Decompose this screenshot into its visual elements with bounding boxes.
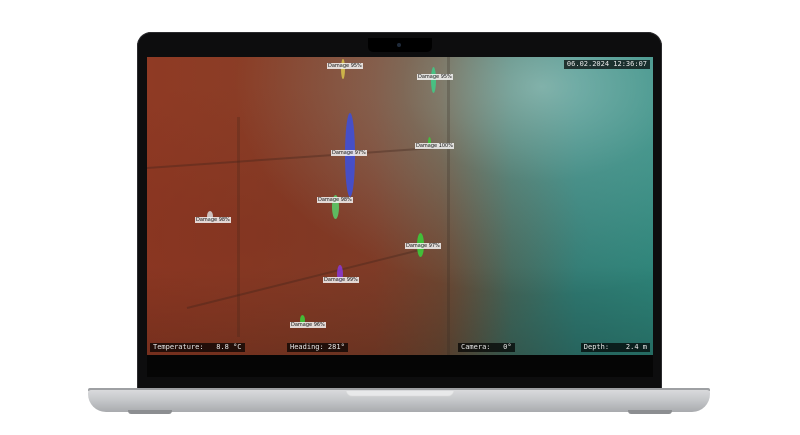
detection-label: Damage 97%	[331, 150, 367, 156]
hull-streak	[186, 244, 440, 309]
hull-streak	[147, 146, 447, 169]
hull-seam	[447, 57, 450, 355]
hull-streak	[237, 117, 240, 337]
detection-mask	[341, 59, 345, 79]
screen-bezel-bottom	[147, 355, 653, 377]
temperature-readout: Temperature: 8.8 °C	[150, 343, 245, 352]
lid-opening-notch	[346, 391, 454, 397]
detection-label: Damage 98%	[317, 197, 353, 203]
detection-label: Damage 95%	[417, 74, 453, 80]
detection-label: Damage 97%	[405, 243, 441, 249]
underwater-inspection-video: Damage 95% Damage 95% Damage 97% Damage …	[147, 57, 653, 355]
detection-label: Damage 98%	[195, 217, 231, 223]
detection-label: Damage 96%	[290, 322, 326, 328]
detection-mask	[431, 67, 436, 93]
detection-label: Damage 95%	[327, 63, 363, 69]
depth-readout: Depth: 2.4 m	[580, 343, 650, 352]
heading-readout: Heading: 281°	[287, 343, 348, 352]
camera-readout: Camera: 0°	[458, 343, 515, 352]
laptop-mockup: Damage 95% Damage 95% Damage 97% Damage …	[0, 0, 800, 435]
webcam-icon	[397, 43, 401, 47]
laptop-foot	[128, 410, 172, 414]
laptop-foot	[628, 410, 672, 414]
detection-label: Damage 100%	[415, 143, 454, 149]
detection-label: Damage 99%	[323, 277, 359, 283]
timestamp-readout: 06.02.2024 12:36:07	[563, 60, 650, 69]
